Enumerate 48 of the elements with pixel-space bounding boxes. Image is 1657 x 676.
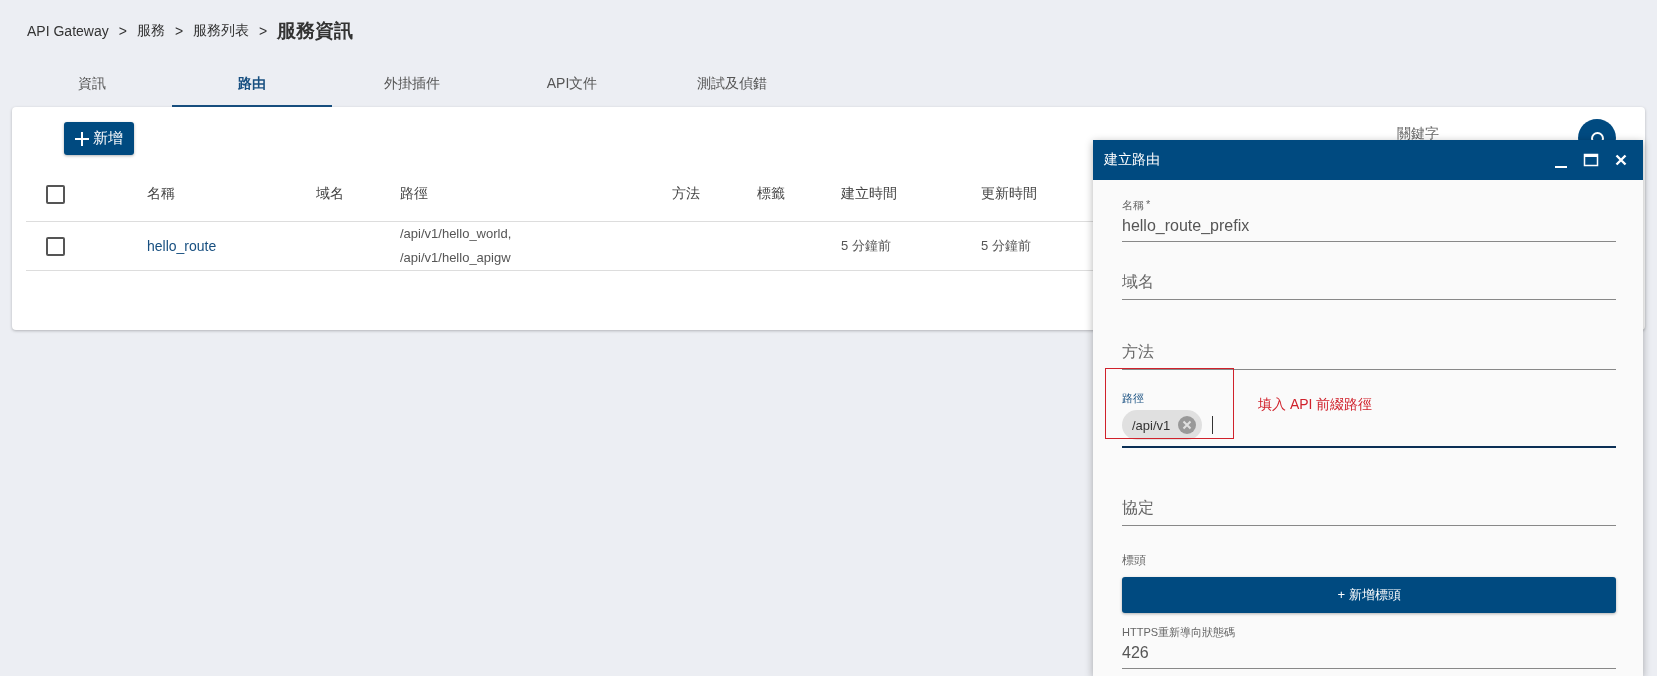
- table-cell-text: /api/v1/hello_apigw: [400, 249, 512, 267]
- column-header: 域名: [316, 185, 344, 203]
- breadcrumb-link[interactable]: API Gateway: [27, 23, 109, 39]
- page-title: 服務資訊: [277, 19, 354, 43]
- close-button[interactable]: [1613, 152, 1629, 168]
- input-field[interactable]: 426: [1122, 644, 1149, 662]
- search-label: 關鍵字: [1397, 125, 1439, 143]
- route-link[interactable]: hello_route: [147, 234, 316, 258]
- add-header-button[interactable]: + 新增標頭: [1122, 577, 1616, 613]
- plus-icon: [75, 131, 89, 146]
- maximize-button[interactable]: [1583, 152, 1599, 168]
- input-field[interactable]: 方法: [1122, 342, 1154, 363]
- field-label: 名稱: [1122, 198, 1144, 213]
- table-cell-text: 5 分鐘前: [981, 237, 1032, 255]
- column-header: 名稱: [147, 185, 175, 203]
- checkbox[interactable]: [46, 236, 65, 256]
- column-header: 標籤: [757, 185, 785, 203]
- column-header: 建立時間: [841, 185, 897, 203]
- column-header: 路徑: [400, 185, 428, 203]
- minimize-icon: [1555, 166, 1567, 168]
- maximize-icon: [1583, 152, 1599, 168]
- table-cell-text: 5 分鐘前: [841, 237, 892, 255]
- field-label: HTTPS重新導向狀態碼: [1122, 625, 1236, 640]
- text-cursor: [1212, 416, 1214, 434]
- breadcrumb-separator: >: [174, 23, 184, 39]
- breadcrumb-separator: >: [118, 23, 127, 39]
- column-header: 更新時間: [981, 185, 1037, 203]
- tab[interactable]: 測試及偵錯: [652, 62, 812, 107]
- input-field[interactable]: 協定: [1122, 498, 1154, 519]
- breadcrumb-separator: >: [259, 23, 268, 39]
- dialog-title: 建立路由: [1104, 151, 1161, 169]
- tab[interactable]: API文件: [492, 62, 652, 107]
- input-field[interactable]: 域名: [1122, 272, 1154, 293]
- field-label: 路徑: [1122, 391, 1144, 406]
- breadcrumb-link[interactable]: 服務列表: [193, 22, 250, 40]
- breadcrumb-link[interactable]: 服務: [136, 22, 165, 40]
- input-field[interactable]: hello_route_prefix: [1122, 217, 1250, 235]
- annotation-text: 填入 API 前綴路徑: [1258, 396, 1373, 414]
- tab[interactable]: 外掛插件: [332, 62, 492, 107]
- path-chip: /api/v1: [1122, 410, 1203, 440]
- table-cell-text: /api/v1/hello_world,: [400, 225, 513, 243]
- field-label: 標頭: [1122, 552, 1146, 569]
- checkbox[interactable]: [46, 184, 65, 204]
- required-mark: *: [1146, 198, 1151, 210]
- tab[interactable]: 資訊: [12, 62, 172, 107]
- column-header: 方法: [672, 185, 700, 203]
- close-icon: [1613, 152, 1629, 168]
- add-button[interactable]: 新增: [64, 122, 134, 155]
